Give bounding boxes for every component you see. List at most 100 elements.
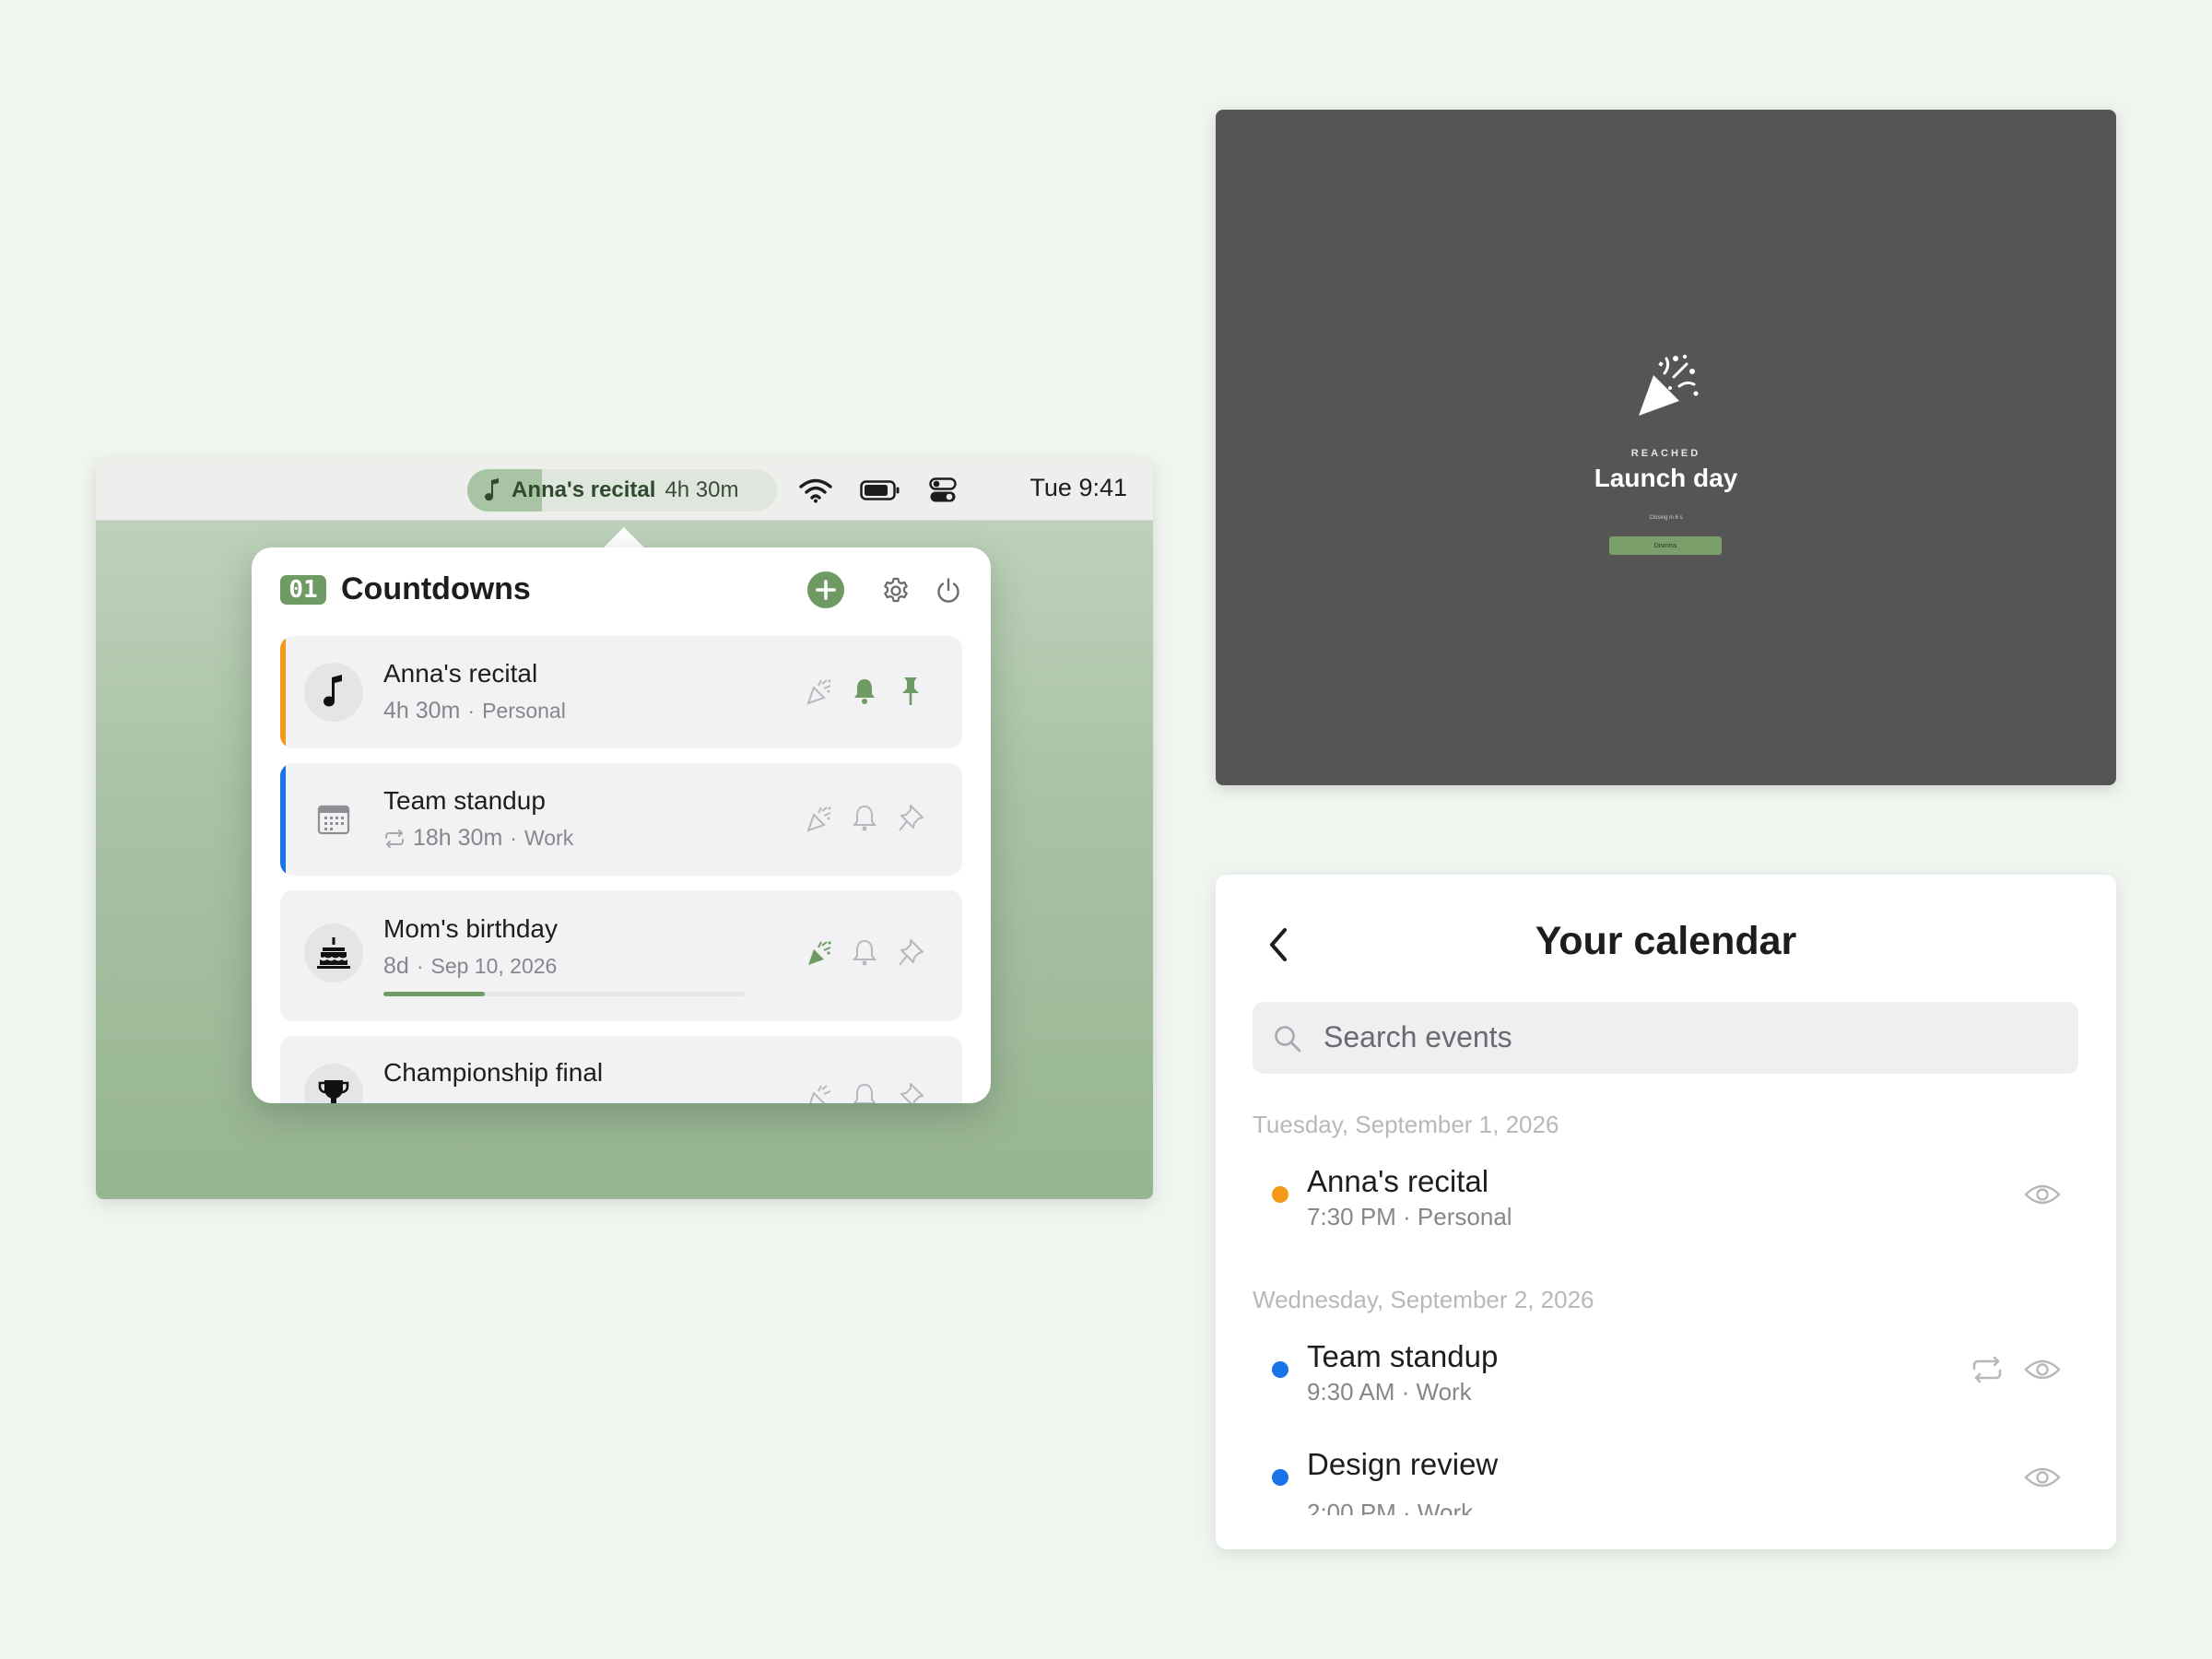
countdown-name: Anna's recital xyxy=(383,659,538,688)
event-name: Team standup xyxy=(1307,1339,1499,1373)
countdown-time: 4h 30m xyxy=(383,698,461,724)
control-center-icon[interactable] xyxy=(929,477,957,503)
event-name: Design review xyxy=(1307,1447,1499,1481)
event-color-dot xyxy=(1272,1469,1288,1486)
card-accent-bar xyxy=(280,763,286,876)
calendar-picker-panel: Your calendar Search events Tuesday, Sep… xyxy=(1216,875,2116,1549)
countdown-card[interactable]: Anna's recital 4h 30m · Personal xyxy=(280,636,962,748)
menu-bar-clock[interactable]: Tue 9:41 xyxy=(1030,474,1127,502)
countdown-category: Work xyxy=(524,826,574,850)
cake-icon xyxy=(317,937,350,969)
search-placeholder: Search events xyxy=(1324,1020,1512,1053)
pin-toggle[interactable] xyxy=(898,676,924,707)
countdown-progress-bar xyxy=(383,992,745,996)
repeat-icon xyxy=(1971,1356,2004,1383)
search-events-field[interactable]: Search events xyxy=(1253,1002,2078,1074)
eye-icon xyxy=(2024,1359,2061,1380)
music-note-icon xyxy=(484,478,502,502)
bell-icon xyxy=(854,679,875,704)
calendar-icon xyxy=(317,805,350,835)
event-color-dot xyxy=(1272,1361,1288,1378)
event-row[interactable]: Anna's recital 7:30 PM · Personal xyxy=(1216,1151,2116,1234)
track-event-toggle[interactable] xyxy=(2024,1465,2061,1489)
repeat-icon xyxy=(383,829,406,848)
event-color-dot xyxy=(1272,1186,1288,1203)
pin-toggle[interactable] xyxy=(898,1081,925,1103)
pin-icon xyxy=(902,677,919,705)
reached-title: Launch day xyxy=(1594,464,1738,492)
countdown-name: Mom's birthday xyxy=(383,914,558,943)
countdown-card[interactable]: Championship final xyxy=(280,1036,962,1103)
eye-icon xyxy=(2024,1467,2061,1488)
search-icon xyxy=(1273,1024,1302,1053)
party-popper-icon xyxy=(808,941,831,965)
popover-caret xyxy=(604,527,644,547)
celebrate-toggle[interactable] xyxy=(805,938,834,968)
pin-toggle[interactable] xyxy=(898,937,925,967)
celebrate-toggle[interactable] xyxy=(805,1082,834,1103)
countdown-subtitle: 4h 30m · Personal xyxy=(383,698,566,724)
countdown-card[interactable]: Team standup 18h 30m · Work xyxy=(280,763,962,876)
menubar-popover-panel: Anna's recital 4h 30m Tue 9:41 01 Countd… xyxy=(96,461,1153,1199)
pill-countdown-time: 4h 30m xyxy=(665,477,739,502)
event-row[interactable]: Team standup 9:30 AM · Work xyxy=(1216,1326,2116,1409)
music-note-icon xyxy=(324,675,342,707)
countdowns-popover: 01 Countdowns Anna's recital 4h 30m · Pe… xyxy=(252,547,991,1103)
separator: · xyxy=(467,699,476,723)
card-icon xyxy=(304,663,363,722)
pin-icon xyxy=(899,939,924,966)
closing-countdown-text: Closing in 6 s xyxy=(1649,515,1683,521)
celebrate-toggle[interactable] xyxy=(805,804,834,833)
notification-toggle[interactable] xyxy=(852,677,877,705)
countdown-reached-overlay: REACHED Launch day Closing in 6 s Dismis… xyxy=(1216,110,2116,785)
event-row[interactable]: Design review 2:00 PM · Work xyxy=(1216,1434,2116,1515)
gear-icon xyxy=(884,577,908,603)
event-meta: 9:30 AM · Work xyxy=(1307,1378,1472,1406)
track-event-toggle[interactable] xyxy=(2024,1182,2061,1206)
countdown-name: Championship final xyxy=(383,1058,604,1087)
settings-button[interactable] xyxy=(881,576,911,606)
wifi-icon[interactable] xyxy=(799,477,832,503)
pin-icon xyxy=(899,805,924,831)
card-icon xyxy=(304,924,363,982)
countdown-date: Sep 10, 2026 xyxy=(430,954,558,978)
countdown-card[interactable]: Mom's birthday 8d · Sep 10, 2026 xyxy=(280,890,962,1021)
card-icon xyxy=(304,1064,363,1103)
countdown-time: 18h 30m xyxy=(413,825,503,851)
add-icon xyxy=(816,580,836,600)
card-icon xyxy=(304,790,363,849)
event-meta: 7:30 PM · Personal xyxy=(1307,1203,1512,1230)
dismiss-button[interactable]: Dismiss xyxy=(1609,536,1722,555)
celebrate-toggle[interactable] xyxy=(805,677,834,706)
eye-icon xyxy=(2024,1184,2061,1205)
active-countdown-pill[interactable]: Anna's recital 4h 30m xyxy=(467,469,777,512)
quit-button[interactable] xyxy=(934,576,963,606)
pin-icon xyxy=(900,1083,924,1103)
pill-countdown-name: Anna's recital xyxy=(512,477,656,502)
notification-toggle[interactable] xyxy=(852,939,877,967)
bell-icon xyxy=(853,805,877,831)
app-logo: 01 xyxy=(280,575,326,605)
progress-fill xyxy=(383,992,485,996)
notification-toggle[interactable] xyxy=(852,805,877,832)
party-popper-icon xyxy=(806,806,831,832)
pin-toggle[interactable] xyxy=(898,803,925,832)
calendar-title: Your calendar xyxy=(1535,919,1797,963)
bell-icon xyxy=(853,1083,877,1103)
countdown-name: Team standup xyxy=(383,786,546,815)
party-popper-icon xyxy=(1633,351,1703,421)
add-countdown-button[interactable] xyxy=(807,571,844,608)
event-meta: 2:00 PM · Work xyxy=(1307,1499,1474,1515)
separator: · xyxy=(416,954,424,978)
party-popper-icon xyxy=(809,1085,831,1103)
battery-icon[interactable] xyxy=(860,479,900,501)
card-accent-bar xyxy=(280,636,286,748)
day-header: Tuesday, September 1, 2026 xyxy=(1253,1111,1559,1138)
party-popper-icon xyxy=(806,679,831,705)
popover-title: Countdowns xyxy=(341,571,531,606)
track-event-toggle[interactable] xyxy=(2024,1358,2061,1382)
countdown-subtitle: 18h 30m · Work xyxy=(383,825,573,852)
event-name: Anna's recital xyxy=(1307,1164,1489,1198)
day-header: Wednesday, September 2, 2026 xyxy=(1253,1286,1594,1313)
notification-toggle[interactable] xyxy=(852,1083,877,1103)
